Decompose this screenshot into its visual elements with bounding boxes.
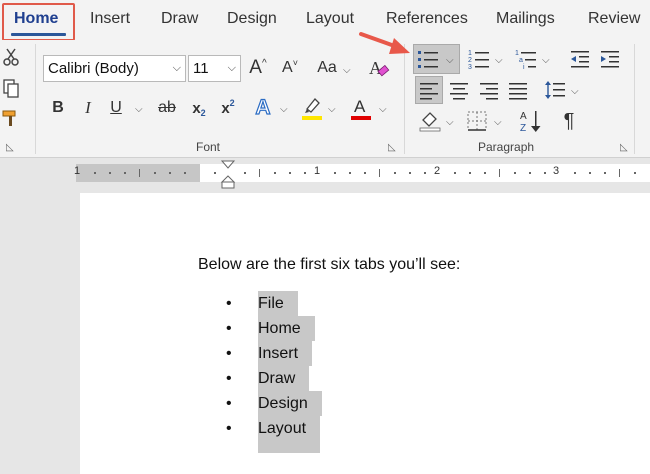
ruler-dot xyxy=(529,172,531,174)
ruler-dot xyxy=(349,172,351,174)
ruler-dot xyxy=(289,172,291,174)
bullet-icon: • xyxy=(226,370,232,387)
bullet-icon: • xyxy=(226,420,232,437)
ruler-number: 1 xyxy=(314,165,321,177)
indent-markers[interactable] xyxy=(220,160,236,190)
ruler-number: 1 xyxy=(74,165,81,177)
ruler-dot xyxy=(484,172,486,174)
list-item-text: File xyxy=(258,291,298,316)
ruler-dot xyxy=(154,172,156,174)
ruler-dot xyxy=(634,172,636,174)
ruler-tick xyxy=(139,169,140,177)
ruler-dot xyxy=(124,172,126,174)
list-item-text: Design xyxy=(258,391,322,416)
ruler-dot xyxy=(589,172,591,174)
list-item-text: Insert xyxy=(258,341,313,366)
ruler-dot xyxy=(184,172,186,174)
list-item-text: Draw xyxy=(258,366,310,391)
document-intro-text: Below are the first six tabs you’ll see: xyxy=(198,256,461,273)
ruler-dot xyxy=(304,172,306,174)
ruler-tick xyxy=(619,169,620,177)
ruler-tick xyxy=(379,169,380,177)
bullet-icon: • xyxy=(226,395,232,412)
ruler-number: 2 xyxy=(434,165,441,177)
bullet-icon: • xyxy=(226,345,232,362)
list-item-text: Layout xyxy=(258,416,321,453)
ruler-dot xyxy=(394,172,396,174)
ruler-dot xyxy=(454,172,456,174)
bullet-icon: • xyxy=(226,320,232,337)
ruler-dot xyxy=(409,172,411,174)
ruler-dot xyxy=(424,172,426,174)
ruler-dot xyxy=(274,172,276,174)
ruler-dot xyxy=(109,172,111,174)
ruler-number: 3 xyxy=(553,165,560,177)
document-page[interactable] xyxy=(80,193,650,474)
ruler-dot xyxy=(214,172,216,174)
ruler-dot xyxy=(574,172,576,174)
ruler-tick xyxy=(259,169,260,177)
ruler-dot xyxy=(334,172,336,174)
bullet-icon: • xyxy=(226,295,232,312)
ruler-dot xyxy=(544,172,546,174)
ruler-dot xyxy=(514,172,516,174)
ruler-dot xyxy=(469,172,471,174)
ruler-dot xyxy=(604,172,606,174)
ruler-dot xyxy=(169,172,171,174)
ruler-dot xyxy=(244,172,246,174)
ruler-dot xyxy=(94,172,96,174)
ruler-tick xyxy=(499,169,500,177)
ruler-dot xyxy=(364,172,366,174)
list-item-text: Home xyxy=(258,316,315,341)
